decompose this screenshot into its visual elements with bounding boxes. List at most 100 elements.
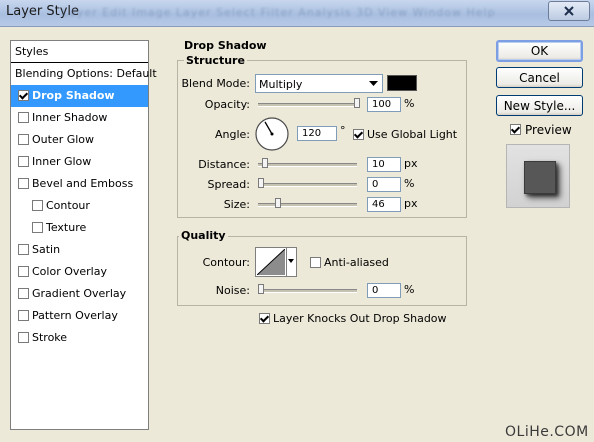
styles-item-color-overlay[interactable]: Color Overlay [11,261,148,283]
distance-slider-track[interactable] [258,163,357,167]
styles-item-blending-options-default[interactable]: Blending Options: Default [11,63,157,85]
watermark-text: OLiHe.COM [505,424,589,440]
styles-item-label: Inner Shadow [32,111,108,124]
chevron-down-icon [369,81,378,86]
preview-label[interactable]: Preview [525,123,572,137]
drop-shadow-title: Drop Shadow [182,39,269,52]
styles-item-checkbox[interactable] [32,200,43,211]
size-slider-thumb[interactable] [275,198,282,208]
distance-label: Distance: [198,158,250,171]
new-style-button[interactable]: New Style... [496,95,583,116]
preview-checkbox[interactable] [510,124,521,135]
contour-divider [286,248,287,276]
styles-item-checkbox[interactable] [18,134,29,145]
ok-button-label: OK [530,44,549,58]
styles-item-checkbox[interactable] [18,288,29,299]
opacity-unit: % [404,97,415,110]
opacity-label: Opacity: [204,98,250,111]
styles-item-label: Gradient Overlay [32,287,127,300]
size-input[interactable]: 46 [367,197,401,212]
styles-item-checkbox[interactable] [18,156,29,167]
spread-label: Spread: [207,178,250,191]
size-label: Size: [223,198,250,211]
styles-item-checkbox[interactable] [32,222,43,233]
title-bar: Layer Style Layer Edit Image Layer Selec… [0,0,594,27]
styles-header[interactable]: Styles [11,41,148,63]
styles-item-satin[interactable]: Satin [11,239,148,261]
styles-item-label: Inner Glow [32,155,92,168]
spread-slider-thumb[interactable] [258,178,264,188]
new-style-button-label: New Style... [503,98,576,113]
spread-unit: % [404,177,415,190]
quality-title: Quality [179,229,228,242]
styles-item-gradient-overlay[interactable]: Gradient Overlay [11,283,148,305]
styles-item-checkbox[interactable] [18,90,29,101]
opacity-slider-track[interactable] [258,103,357,107]
spread-slider-track[interactable] [258,183,357,187]
blend-mode-select[interactable]: Multiply [255,74,383,93]
preview-thumbnail [506,144,570,208]
styles-item-checkbox[interactable] [18,266,29,277]
styles-item-checkbox[interactable] [18,332,29,343]
styles-item-inner-glow[interactable]: Inner Glow [11,151,148,173]
styles-item-label: Stroke [32,331,68,344]
use-global-light-label[interactable]: Use Global Light [367,128,457,141]
distance-slider-thumb[interactable] [261,158,268,168]
styles-item-checkbox[interactable] [18,178,29,189]
styles-item-stroke[interactable]: Stroke [11,327,148,349]
angle-center-dot [270,132,274,136]
use-global-light-checkbox[interactable] [353,129,364,140]
styles-item-bevel-and-emboss[interactable]: Bevel and Emboss [11,173,148,195]
styles-item-pattern-overlay[interactable]: Pattern Overlay [11,305,148,327]
chevron-down-icon [288,259,294,263]
opacity-slider-thumb[interactable] [354,98,360,108]
styles-item-label: Color Overlay [32,265,107,278]
styles-item-checkbox[interactable] [18,244,29,255]
spread-input[interactable]: 0 [367,177,401,192]
close-button[interactable] [548,1,590,21]
noise-label: Noise: [215,284,250,297]
styles-item-label: Bevel and Emboss [32,177,134,190]
cancel-button[interactable]: Cancel [496,67,583,88]
close-icon [564,6,574,16]
noise-unit: % [404,283,415,296]
noise-slider-thumb[interactable] [258,284,264,294]
styles-item-label: Satin [32,243,61,256]
styles-item-checkbox[interactable] [18,310,29,321]
angle-input[interactable]: 120 [297,126,337,141]
contour-linear-icon [257,249,285,275]
blend-mode-value: Multiply [259,78,303,91]
styles-item-texture[interactable]: Texture [11,217,148,239]
styles-item-contour[interactable]: Contour [11,195,148,217]
styles-header-label: Styles [15,45,49,58]
size-slider-track[interactable] [258,203,357,207]
contour-picker[interactable] [255,247,297,277]
styles-item-outer-glow[interactable]: Outer Glow [11,129,148,151]
noise-input[interactable]: 0 [367,283,401,298]
shadow-color-swatch[interactable] [387,75,417,91]
layer-knocks-out-checkbox[interactable] [259,313,270,324]
styles-item-label: Pattern Overlay [32,309,118,322]
styles-item-inner-shadow[interactable]: Inner Shadow [11,107,148,129]
anti-aliased-checkbox[interactable] [310,257,321,268]
contour-label: Contour: [202,256,250,269]
structure-title: Structure [184,54,247,67]
angle-unit: ° [340,124,346,137]
layer-knocks-out-label[interactable]: Layer Knocks Out Drop Shadow [273,312,447,325]
preview-swatch [524,161,556,194]
styles-item-checkbox[interactable] [18,112,29,123]
anti-aliased-label[interactable]: Anti-aliased [324,256,389,269]
noise-slider-track[interactable] [258,289,357,293]
ok-button[interactable]: OK [496,40,583,62]
styles-item-label: Contour [46,199,90,212]
opacity-input[interactable]: 100 [367,97,401,112]
blurred-background-menu: Layer Edit Image Layer Select Filter Ana… [62,6,496,19]
size-unit: px [404,197,418,210]
styles-item-label: Drop Shadow [32,89,115,102]
distance-unit: px [404,157,418,170]
styles-list-panel: Styles Blending Options: Default Drop Sha… [10,40,157,430]
blend-mode-label: Blend Mode: [181,77,251,90]
distance-input[interactable]: 10 [367,157,401,172]
styles-item-drop-shadow[interactable]: Drop Shadow [11,85,148,107]
angle-dial[interactable] [254,116,290,152]
